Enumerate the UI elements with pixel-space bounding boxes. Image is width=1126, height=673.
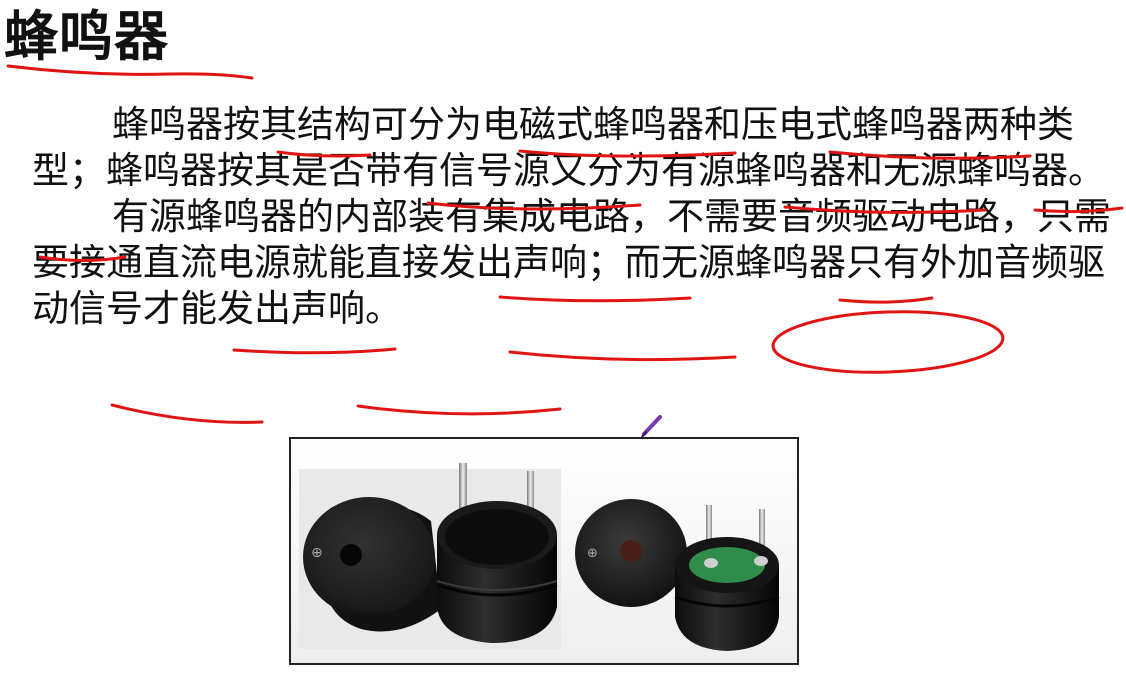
- underline-emit-sound: [356, 404, 562, 416]
- paragraph-active-passive: 有源蜂鸣器的内部装有集成电路，不需要音频驱动电路，只需要接通直流电源就能直接发出…: [32, 195, 1111, 330]
- slide: 蜂鸣器 蜂鸣器按其结构可分为电磁式蜂鸣器和压电式蜂鸣器两种类型；蜂鸣器按其是否带…: [0, 0, 1126, 673]
- paragraph-buzzer-types: 蜂鸣器按其结构可分为电磁式蜂鸣器和压电式蜂鸣器两种类型；蜂鸣器按其是否带有信号源…: [32, 103, 1105, 192]
- buzzer-photo: ⊕ ⊕: [289, 437, 799, 665]
- underline-dc-power: [232, 347, 397, 355]
- underline-sound: [508, 350, 737, 362]
- buzzer-photo-icon: ⊕ ⊕: [291, 439, 797, 663]
- pen-cursor-icon: [641, 415, 662, 438]
- body-text: 蜂鸣器按其结构可分为电磁式蜂鸣器和压电式蜂鸣器两种类型；蜂鸣器按其是否带有信号源…: [32, 102, 1126, 332]
- svg-text:⊕: ⊕: [311, 545, 323, 561]
- underline-audio: [110, 403, 264, 424]
- slide-title: 蜂鸣器: [4, 5, 169, 68]
- passive-buzzer-face: ⊕: [575, 499, 687, 607]
- svg-text:⊕: ⊕: [587, 546, 598, 561]
